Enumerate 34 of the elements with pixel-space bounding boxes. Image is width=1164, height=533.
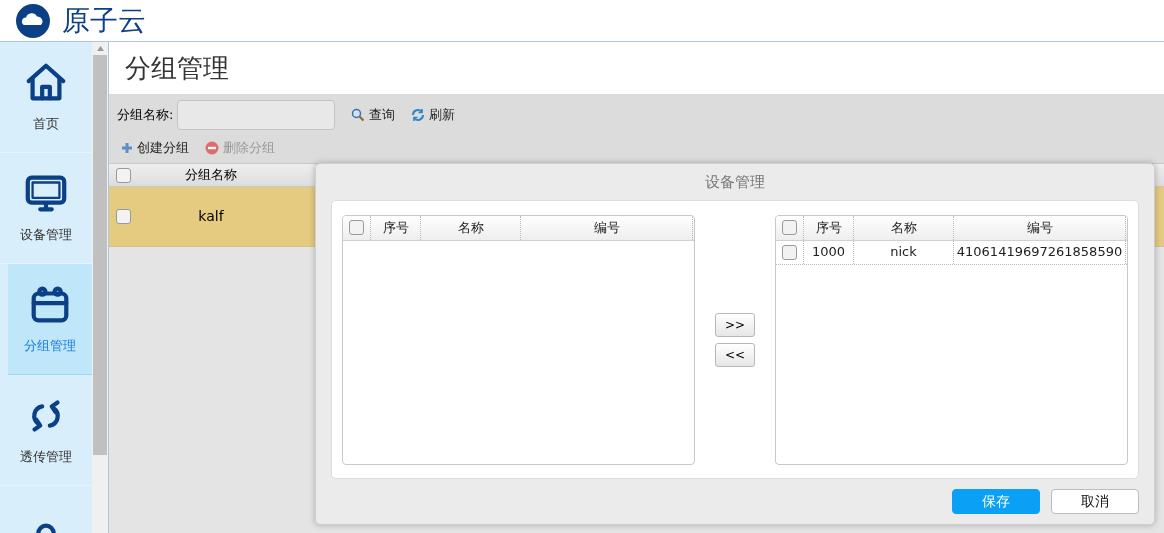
cancel-button[interactable]: 取消 [1051, 489, 1139, 514]
dialog-title: 设备管理 [705, 171, 765, 193]
create-group-button[interactable]: 创建分组 [121, 137, 189, 158]
minus-circle-icon [205, 140, 219, 155]
column-header: 序号 [382, 218, 409, 237]
plus-icon [121, 141, 133, 154]
table-cell-text: 1000 [811, 243, 846, 262]
column-header: 名称 [890, 218, 917, 237]
select-all-checkbox[interactable] [115, 167, 131, 183]
row-checkbox[interactable] [782, 244, 797, 260]
table-cell-text: nick [890, 243, 917, 262]
search-icon [351, 107, 366, 122]
table-cell-text: 41061419697261858590 [956, 243, 1123, 262]
refresh-button[interactable]: 刷新 [411, 105, 456, 125]
row-checkbox[interactable] [115, 209, 131, 224]
column-header: 编号 [1026, 218, 1053, 237]
move-left-button[interactable]: << [715, 342, 755, 367]
column-header: 名称 [457, 218, 484, 237]
scroll-up-arrow-icon[interactable] [96, 46, 104, 51]
group-name-field[interactable] [177, 99, 336, 130]
select-all-checkbox[interactable] [349, 220, 364, 235]
search-button[interactable]: 查询 [351, 105, 396, 125]
select-all-checkbox[interactable] [782, 220, 797, 235]
refresh-icon [411, 107, 426, 122]
table-cell-text: kalf [198, 207, 224, 226]
move-right-button[interactable]: >> [715, 312, 755, 337]
column-header: 分组名称 [185, 166, 237, 185]
logo-icon [16, 3, 50, 38]
app-title: 原子云 [62, 6, 146, 35]
scrollbar[interactable] [92, 42, 109, 533]
column-header: 序号 [815, 218, 842, 237]
column-header: 编号 [593, 218, 620, 237]
field-label: 分组名称: [117, 106, 174, 124]
page-title: 分组管理 [125, 51, 229, 85]
